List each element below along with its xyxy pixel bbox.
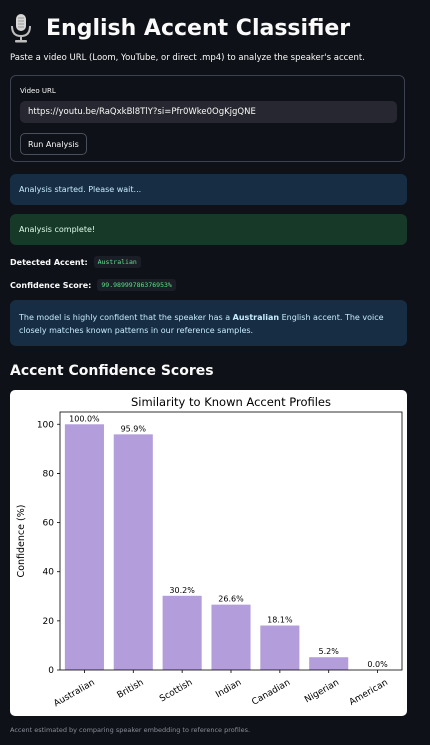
bar-label-australian: 100.0% bbox=[69, 414, 100, 423]
page-subtitle: Paste a video URL (Loom, YouTube, or dir… bbox=[10, 53, 365, 63]
description-accent: Australian bbox=[232, 313, 280, 322]
bar-canadian bbox=[260, 625, 300, 670]
bar-label-nigerian: 5.2% bbox=[319, 647, 340, 656]
bar-label-british: 95.9% bbox=[121, 424, 147, 433]
microphone-icon bbox=[11, 14, 31, 43]
bar-australian bbox=[64, 424, 104, 670]
x-tick-label-canadian: Canadian bbox=[250, 678, 292, 708]
x-tick-label-scottish: Scottish bbox=[158, 678, 194, 705]
accent-bar-chart: Similarity to Known Accent Profiles 100.0… bbox=[16, 395, 403, 709]
detected-accent-label: Detected Accent: bbox=[10, 257, 88, 267]
chart-caption: Accent estimated by comparing speaker em… bbox=[10, 726, 251, 734]
x-tick-label-australian: Australian bbox=[52, 678, 96, 709]
y-tick-label-20: 20 bbox=[43, 617, 55, 627]
chart-title: Similarity to Known Accent Profiles bbox=[131, 395, 331, 409]
bar-nigerian bbox=[309, 657, 349, 670]
bar-label-canadian: 18.1% bbox=[267, 616, 293, 625]
x-tick-label-british: British bbox=[116, 678, 146, 701]
page-title: English Accent Classifier bbox=[46, 15, 351, 41]
x-tick-label-american: American bbox=[348, 678, 390, 708]
confidence-score-label: Confidence Score: bbox=[10, 280, 92, 290]
y-tick-label-0: 0 bbox=[48, 666, 54, 676]
result-description: The model is highly confident that the s… bbox=[10, 300, 407, 346]
y-tick-label-100: 100 bbox=[37, 420, 54, 430]
detected-accent-row: Detected Accent: Australian bbox=[10, 256, 141, 268]
analysis-complete-alert: Analysis complete! bbox=[10, 214, 407, 245]
y-tick-label-60: 60 bbox=[43, 519, 55, 529]
bar-label-american: 0.0% bbox=[367, 660, 388, 669]
video-url-label: Video URL bbox=[20, 87, 56, 95]
header: English Accent Classifier bbox=[8, 10, 350, 46]
confidence-score-value: 99.98999786376953% bbox=[97, 279, 176, 291]
url-form: Video URL Run Analysis bbox=[10, 75, 405, 162]
y-tick-label-80: 80 bbox=[43, 469, 55, 479]
confidence-score-row: Confidence Score: 99.98999786376953% bbox=[10, 279, 176, 291]
y-axis-label: Confidence (%) bbox=[16, 505, 27, 578]
run-analysis-button[interactable]: Run Analysis bbox=[20, 133, 87, 155]
x-tick-label-indian: Indian bbox=[214, 678, 243, 701]
bar-british bbox=[113, 434, 153, 670]
section-title: Accent Confidence Scores bbox=[10, 363, 214, 379]
y-tick-label-40: 40 bbox=[43, 568, 55, 578]
analysis-started-alert: Analysis started. Please wait... bbox=[10, 174, 407, 205]
video-url-input[interactable] bbox=[20, 101, 397, 123]
chart-container: Similarity to Known Accent Profiles 100.0… bbox=[10, 390, 407, 716]
bar-indian bbox=[211, 604, 251, 670]
x-tick-label-nigerian: Nigerian bbox=[303, 678, 341, 706]
bar-label-scottish: 30.2% bbox=[169, 586, 195, 595]
detected-accent-value: Australian bbox=[93, 256, 141, 268]
description-text: The model is highly confident that the s… bbox=[19, 313, 233, 322]
bar-scottish bbox=[162, 595, 202, 670]
bar-label-indian: 26.6% bbox=[218, 595, 244, 604]
